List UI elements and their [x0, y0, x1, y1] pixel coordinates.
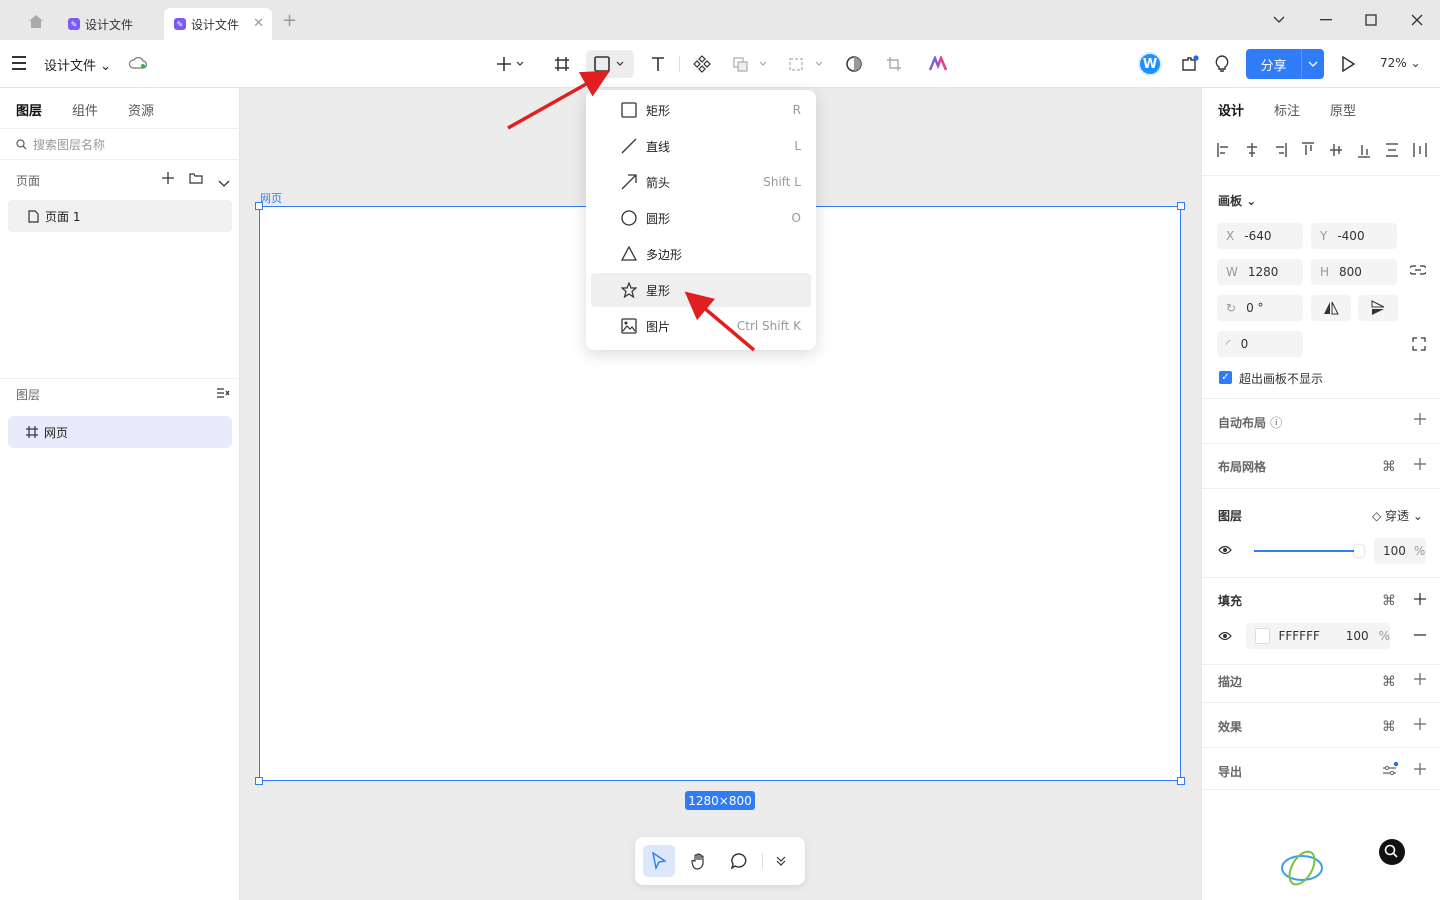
eye-icon[interactable]	[1218, 631, 1232, 641]
board-title-dropdown[interactable]: 画板 ⌄	[1218, 192, 1256, 209]
effects-title: 效果	[1218, 720, 1243, 734]
eye-icon[interactable]	[1218, 545, 1232, 555]
tab-prototype[interactable]: 原型	[1330, 100, 1356, 119]
rotate-icon: ↻	[1226, 301, 1237, 315]
divider	[1202, 175, 1440, 176]
style-library-icon[interactable]: ⌘	[1382, 459, 1396, 475]
fill-title: 填充	[1218, 594, 1243, 608]
toolbar-divider	[762, 853, 763, 869]
distribute-h-icon[interactable]	[1412, 140, 1428, 160]
divider	[1202, 664, 1440, 665]
corner-radius-icon: ◜	[1226, 337, 1231, 351]
add-effect-icon[interactable]	[1414, 718, 1426, 730]
align-right-icon[interactable]	[1272, 140, 1288, 160]
flip-vertical-icon[interactable]	[1358, 295, 1398, 321]
align-top-icon[interactable]	[1300, 140, 1316, 160]
info-icon: ⓘ	[1270, 416, 1283, 430]
opacity-field[interactable]: 100%	[1374, 538, 1426, 564]
color-swatch[interactable]	[1255, 628, 1271, 644]
width-field[interactable]: W 1280	[1217, 259, 1303, 285]
style-library-icon[interactable]: ⌘	[1382, 674, 1396, 690]
bottom-toolbar	[635, 837, 805, 885]
height-field[interactable]: H 800	[1311, 259, 1397, 285]
divider	[1202, 577, 1440, 578]
divider	[1202, 398, 1440, 399]
stroke-title: 描边	[1218, 675, 1243, 689]
add-layout-grid-icon[interactable]	[1414, 458, 1426, 470]
add-fill-icon[interactable]	[1414, 593, 1426, 605]
link-ratio-icon[interactable]	[1410, 265, 1426, 275]
style-library-icon[interactable]: ⌘	[1382, 719, 1396, 735]
annotation-arrow-star	[684, 291, 756, 352]
blend-mode-dropdown[interactable]: ◇ 穿透 ⌄	[1372, 507, 1423, 524]
hand-tool-icon[interactable]	[683, 845, 715, 877]
divider	[1202, 747, 1440, 748]
corner-radius-field[interactable]: ◜ 0	[1217, 331, 1303, 357]
x-position-field[interactable]: X -640	[1217, 223, 1303, 249]
layer-section-title: 图层	[1218, 509, 1243, 523]
divider	[1202, 702, 1440, 703]
watermark-logo	[1280, 836, 1440, 896]
clip-content-label: 超出画板不显示	[1239, 372, 1324, 386]
align-bottom-icon[interactable]	[1356, 140, 1372, 160]
rotation-field[interactable]: ↻ 0 °	[1217, 295, 1303, 321]
add-stroke-icon[interactable]	[1414, 673, 1426, 685]
auto-layout-title: 自动布局 ⓘ	[1218, 416, 1283, 430]
right-panel: 设计 标注 原型 画板 ⌄ X -640 Y -400 W 1280 H 800 ↻ 0 …	[1201, 88, 1440, 900]
flip-horizontal-icon[interactable]	[1311, 295, 1351, 321]
divider	[1202, 488, 1440, 489]
divider	[1202, 443, 1440, 444]
style-library-icon[interactable]: ⌘	[1382, 593, 1396, 609]
fill-color-field[interactable]: FFFFFF 100 %	[1246, 623, 1390, 649]
align-center-v-icon[interactable]	[1328, 140, 1344, 160]
export-settings-icon[interactable]	[1382, 762, 1398, 776]
distribute-v-icon[interactable]	[1384, 140, 1400, 160]
alignment-toolbar	[1216, 140, 1432, 160]
independent-corners-icon[interactable]	[1412, 337, 1426, 351]
export-title: 导出	[1218, 765, 1243, 779]
align-center-h-icon[interactable]	[1244, 140, 1260, 160]
annotation-arrow-toolbar	[507, 70, 611, 130]
tab-annotate[interactable]: 标注	[1274, 100, 1300, 119]
y-position-field[interactable]: Y -400	[1311, 223, 1397, 249]
add-auto-layout-icon[interactable]	[1414, 413, 1426, 425]
select-tool-icon[interactable]	[643, 845, 675, 877]
tab-design[interactable]: 设计	[1218, 100, 1244, 119]
expand-more-icon[interactable]	[765, 845, 797, 877]
opacity-slider-thumb[interactable]	[1354, 545, 1364, 557]
opacity-slider-track[interactable]	[1254, 550, 1358, 552]
layout-grid-title: 布局网格	[1218, 460, 1267, 474]
remove-fill-icon[interactable]	[1414, 634, 1426, 636]
clip-content-checkbox[interactable]: ✓	[1219, 371, 1232, 384]
add-export-icon[interactable]	[1414, 763, 1426, 775]
comment-tool-icon[interactable]	[723, 845, 755, 877]
divider	[1202, 789, 1440, 790]
align-left-icon[interactable]	[1216, 140, 1232, 160]
